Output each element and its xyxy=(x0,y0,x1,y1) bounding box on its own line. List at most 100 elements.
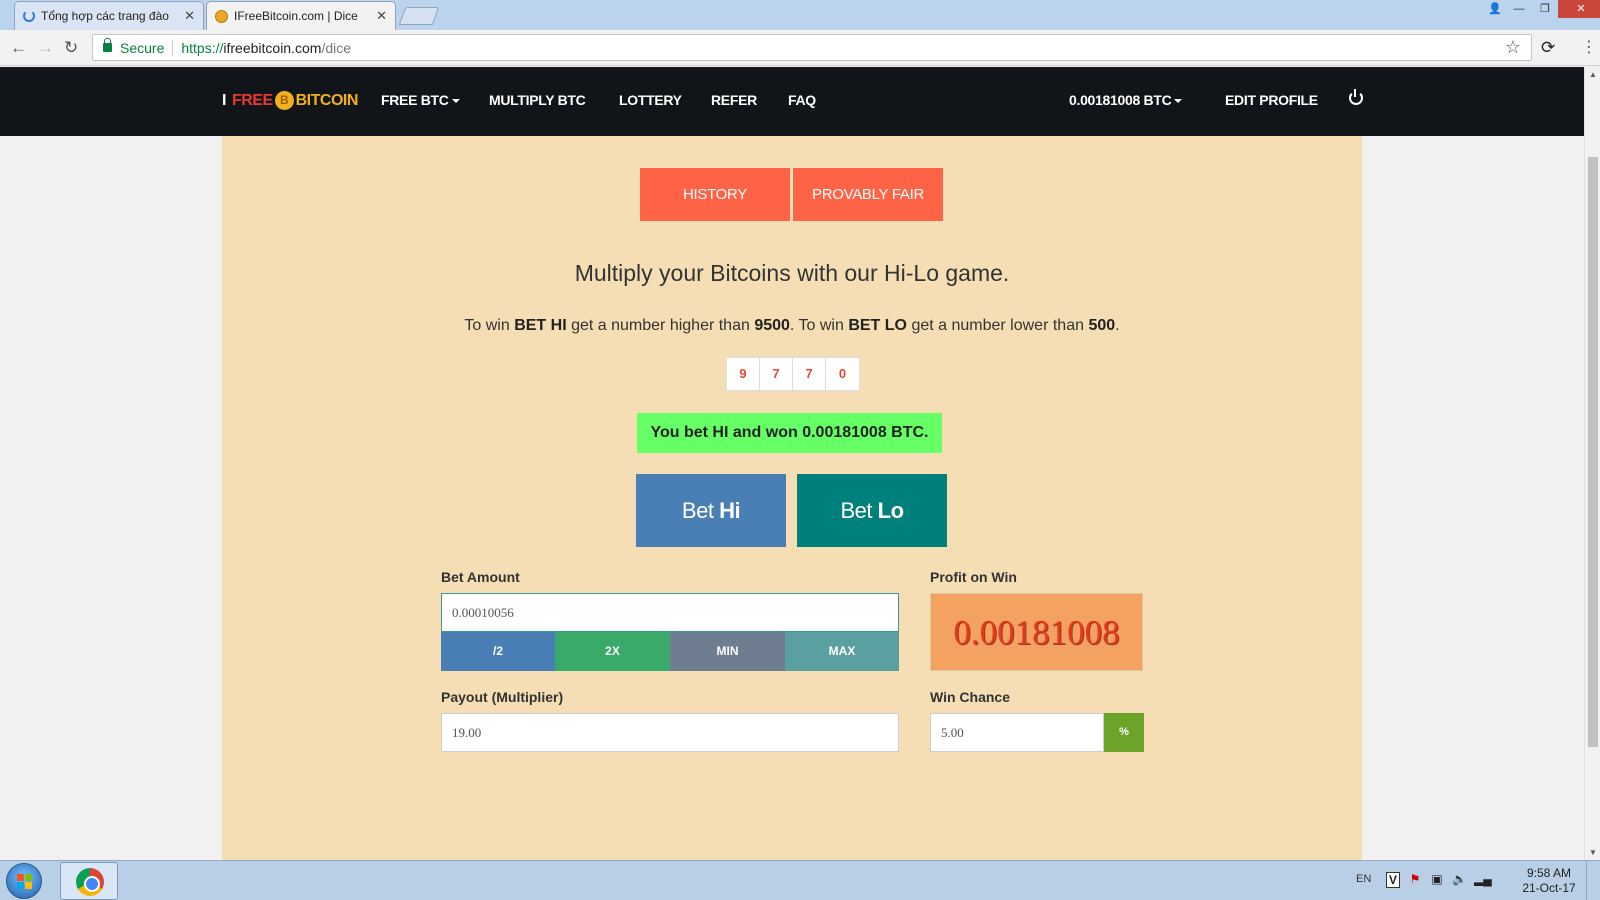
back-arrow-icon[interactable]: ← xyxy=(10,38,27,58)
power-logout-icon[interactable] xyxy=(1349,89,1363,105)
close-window-icon[interactable]: ✕ xyxy=(1558,0,1600,18)
scroll-thumb[interactable] xyxy=(1588,157,1598,747)
caret-down-icon xyxy=(451,99,460,104)
history-button[interactable]: HISTORY xyxy=(640,168,790,221)
site-logo[interactable]: I FREE B BITCOIN xyxy=(222,91,358,110)
forward-arrow-icon[interactable]: → xyxy=(37,38,54,58)
bet-amount-label: Bet Amount xyxy=(441,569,520,585)
bitcoin-coin-icon: B xyxy=(274,91,294,110)
start-button[interactable] xyxy=(6,863,42,899)
language-indicator[interactable]: EN xyxy=(1356,873,1371,885)
nav-faq[interactable]: FAQ xyxy=(788,92,816,108)
profit-label: Profit on Win xyxy=(930,569,1017,585)
rules-bet-lo: BET LO xyxy=(848,317,907,334)
nav-label: FAQ xyxy=(788,92,816,108)
scroll-down-icon[interactable]: ▼ xyxy=(1589,848,1597,857)
max-bet-button[interactable]: MAX xyxy=(785,632,899,671)
tab-close-icon[interactable]: ✕ xyxy=(184,8,195,24)
loading-spinner-icon xyxy=(23,10,35,22)
bookmark-star-icon[interactable]: ☆ xyxy=(1505,37,1521,58)
percent-addon: % xyxy=(1104,713,1144,752)
rules-text: To win xyxy=(464,317,515,334)
browser-tab-active[interactable]: IFreeBitcoin.com | Dice ✕ xyxy=(206,1,396,30)
nav-multiply-btc[interactable]: MULTIPLY BTC xyxy=(489,92,586,108)
nav-label: EDIT PROFILE xyxy=(1225,92,1318,108)
windows-taskbar: EN V ⚑ ▣ 🔈 ▂▄ 9:58 AM 21-Oct-17 xyxy=(0,860,1600,900)
url-scheme: https:// xyxy=(181,39,224,56)
scroll-up-icon[interactable]: ▲ xyxy=(1589,70,1597,79)
page-viewport: I FREE B BITCOIN FREE BTC MULTIPLY BTC L… xyxy=(0,67,1584,860)
reload-icon[interactable]: ↻ xyxy=(64,38,78,58)
half-bet-button[interactable]: /2 xyxy=(441,632,555,671)
nav-label: MULTIPLY BTC xyxy=(489,92,586,108)
browser-menu-icon[interactable]: ⋮ xyxy=(1581,37,1597,57)
bet-hi-button[interactable]: Bet Hi xyxy=(636,474,786,547)
min-bet-button[interactable]: MIN xyxy=(670,632,785,671)
payout-label: Payout (Multiplier) xyxy=(441,689,564,705)
logo-part: BITCOIN xyxy=(295,91,359,109)
speaker-icon[interactable]: 🔈 xyxy=(1452,872,1467,888)
rolled-digit: 0 xyxy=(838,366,847,381)
tab-close-icon[interactable]: ✕ xyxy=(376,8,387,24)
windows-logo-icon xyxy=(17,874,33,890)
provably-fair-button[interactable]: PROVABLY FAIR xyxy=(793,168,943,221)
divider xyxy=(172,39,174,56)
favicon-coin-icon xyxy=(215,9,228,23)
result-message: You bet HI and won 0.00181008 BTC. xyxy=(637,413,942,453)
caret-down-icon xyxy=(1174,99,1183,104)
win-chance-input[interactable]: 5.00 xyxy=(930,713,1104,752)
rules-hi-threshold: 9500 xyxy=(754,317,790,334)
balance-dropdown[interactable]: 0.00181008 BTC xyxy=(1069,92,1183,108)
nav-label: REFER xyxy=(711,92,757,108)
show-desktop-button[interactable] xyxy=(1586,861,1600,900)
minimize-icon[interactable]: — xyxy=(1506,0,1532,18)
new-tab-button[interactable] xyxy=(398,7,440,25)
restore-icon[interactable]: ❐ xyxy=(1532,0,1558,18)
window-controls: 👤 — ❐ ✕ xyxy=(1484,0,1600,18)
tab-title: IFreeBitcoin.com | Dice xyxy=(234,9,358,23)
nav-lottery[interactable]: LOTTERY xyxy=(619,92,682,108)
address-bar[interactable]: Secure https://ifreebitcoin.com/dice ☆ xyxy=(92,34,1532,61)
bet-amount-input[interactable]: 0.00010056 xyxy=(441,593,899,632)
bet-lo-button[interactable]: Bet Lo xyxy=(797,474,947,547)
browser-tab-bar: Tổng hợp các trang đào ✕ IFreeBitcoin.co… xyxy=(0,0,1600,30)
nav-free-btc[interactable]: FREE BTC xyxy=(381,92,460,108)
clock-time: 9:58 AM xyxy=(1526,866,1572,880)
balance-value: 0.00181008 BTC xyxy=(1069,92,1172,108)
page-scrollbar[interactable]: ▲ ▼ xyxy=(1584,67,1600,860)
bet-strong: Hi xyxy=(719,498,741,523)
secure-label: Secure xyxy=(120,39,165,56)
rules-text: get a number lower than xyxy=(907,317,1089,334)
bet-strong: Lo xyxy=(877,498,904,523)
flag-icon[interactable]: ⚑ xyxy=(1408,872,1422,888)
tab-title: Tổng hợp các trang đào xyxy=(41,9,169,23)
taskbar-clock[interactable]: 9:58 AM 21-Oct-17 xyxy=(1514,866,1584,896)
game-headline: Multiply your Bitcoins with our Hi-Lo ga… xyxy=(574,260,1010,286)
device-icon[interactable]: ▣ xyxy=(1430,872,1444,888)
v-app-icon[interactable]: V xyxy=(1386,872,1400,888)
rules-lo-threshold: 500 xyxy=(1088,317,1116,334)
url-host: ifreebitcoin.com xyxy=(223,39,322,56)
rolled-number: 9 7 7 0 xyxy=(726,357,860,391)
payout-multiplier-input[interactable]: 19.00 xyxy=(441,713,899,752)
site-navbar: I FREE B BITCOIN FREE BTC MULTIPLY BTC L… xyxy=(0,67,1584,136)
nav-refer[interactable]: REFER xyxy=(711,92,757,108)
logo-part: I xyxy=(222,91,226,109)
url-path: /dice xyxy=(321,39,352,56)
nav-edit-profile[interactable]: EDIT PROFILE xyxy=(1225,92,1318,108)
double-bet-button[interactable]: 2X xyxy=(555,632,670,671)
profit-on-win-value: 0.00181008 xyxy=(930,593,1143,671)
rolled-digit: 7 xyxy=(793,358,826,390)
profile-icon[interactable]: 👤 xyxy=(1484,0,1506,18)
rules-text: . xyxy=(1115,317,1120,334)
taskbar-chrome[interactable] xyxy=(60,862,118,900)
rolled-digit: 9 xyxy=(727,358,760,390)
game-rules: To win BET HI get a number higher than 9… xyxy=(222,317,1362,335)
rolled-digit: 7 xyxy=(760,358,793,390)
extension-icon[interactable]: ⟳ xyxy=(1541,38,1555,58)
browser-tab-inactive[interactable]: Tổng hợp các trang đào ✕ xyxy=(14,1,204,30)
rules-text: get a number higher than xyxy=(566,317,755,334)
win-chance-label: Win Chance xyxy=(930,689,1010,705)
network-signal-icon[interactable]: ▂▄ xyxy=(1474,872,1492,888)
lock-icon xyxy=(103,38,112,52)
